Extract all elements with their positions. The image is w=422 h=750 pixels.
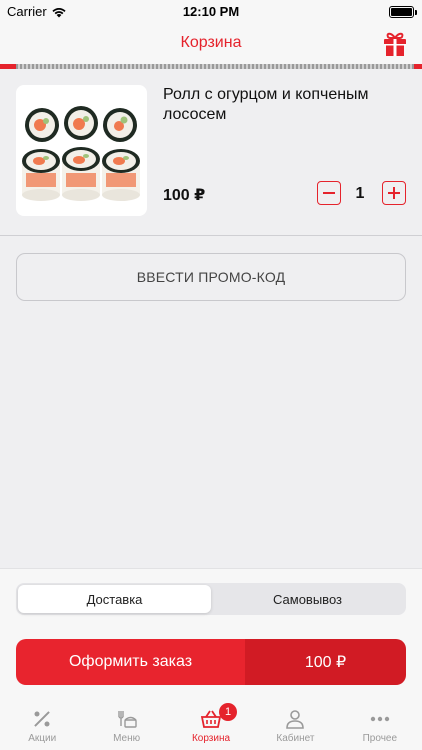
tab-account[interactable]: Кабинет bbox=[253, 702, 337, 750]
pickup-option[interactable]: Самовывоз bbox=[211, 585, 404, 613]
gift-icon bbox=[384, 32, 406, 56]
delivery-option[interactable]: Доставка bbox=[18, 585, 211, 613]
product-price: 100 ₽ bbox=[163, 187, 206, 204]
tab-label: Акции bbox=[28, 733, 57, 744]
minus-icon bbox=[323, 192, 335, 194]
place-order-label: Оформить заказ bbox=[16, 639, 245, 685]
percent-icon bbox=[34, 711, 50, 727]
page-title: Корзина bbox=[180, 34, 242, 51]
place-order-button[interactable]: Оформить заказ 100 ₽ bbox=[16, 639, 406, 685]
cart-item: Ролл с огурцом и копченым лососем 100 ₽ … bbox=[0, 69, 422, 235]
menu-food-icon bbox=[117, 711, 137, 728]
tab-label: Корзина bbox=[191, 733, 231, 744]
delivery-method-selector: Доставка Самовывоз bbox=[16, 583, 406, 615]
tab-cart[interactable]: 1 Корзина bbox=[169, 702, 253, 750]
status-bar: Carrier 12:10 PM bbox=[0, 0, 422, 24]
tab-label: Прочее bbox=[362, 733, 398, 744]
order-total: 100 ₽ bbox=[245, 639, 406, 685]
gift-button[interactable] bbox=[382, 30, 408, 58]
increase-quantity-button[interactable] bbox=[382, 181, 406, 205]
tab-more[interactable]: Прочее bbox=[338, 702, 422, 750]
more-icon bbox=[370, 716, 390, 722]
divider bbox=[0, 235, 422, 236]
quantity-value: 1 bbox=[355, 185, 365, 202]
status-time: 12:10 PM bbox=[182, 4, 240, 19]
tab-promotions[interactable]: Акции bbox=[0, 702, 84, 750]
tab-menu[interactable]: Меню bbox=[84, 702, 168, 750]
product-image bbox=[16, 85, 147, 216]
tab-bar: Акции Меню 1 Корзина Кабинет Прочее bbox=[0, 702, 422, 750]
product-name: Ролл с огурцом и копченым лососем bbox=[163, 86, 369, 123]
promo-code-button[interactable]: ВВЕСТИ ПРОМО-КОД bbox=[16, 253, 406, 301]
plus-icon bbox=[388, 187, 400, 199]
tab-label: Кабинет bbox=[276, 733, 315, 744]
person-icon bbox=[286, 710, 305, 729]
battery-icon bbox=[389, 6, 417, 18]
tab-label: Меню bbox=[113, 733, 141, 744]
decrease-quantity-button[interactable] bbox=[317, 181, 341, 205]
cart-badge: 1 bbox=[219, 703, 238, 721]
nav-bar: Корзина bbox=[0, 24, 422, 64]
